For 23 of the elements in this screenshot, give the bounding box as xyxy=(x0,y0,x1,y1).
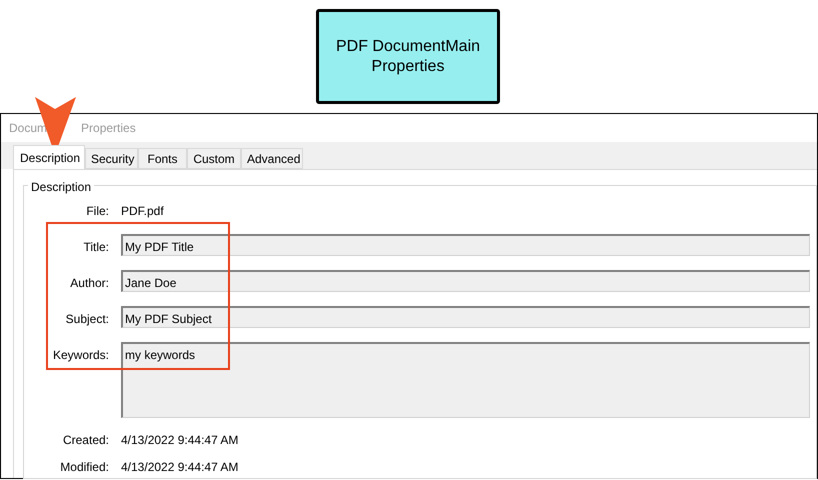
input-field[interactable]: Jane Doe xyxy=(121,270,810,292)
window-title: Docum xyxy=(9,120,48,137)
tab[interactable]: Advanced xyxy=(241,148,303,169)
field-label: Author: xyxy=(69,275,110,292)
tab[interactable]: Custom xyxy=(187,148,241,169)
field-value: PDF.pdf xyxy=(121,203,164,220)
callout-text: Properties xyxy=(372,56,444,76)
field-label: File: xyxy=(85,203,110,220)
tab[interactable]: Fonts xyxy=(138,148,187,169)
field-label: Title: xyxy=(82,239,110,256)
input-field[interactable]: My PDF Title xyxy=(121,234,810,256)
window-title: Properties xyxy=(81,120,136,137)
text-area[interactable]: my keywords xyxy=(121,342,810,418)
tab[interactable]: Description xyxy=(13,145,85,169)
field-label: Keywords: xyxy=(52,347,110,364)
field-value: 4/13/2022 9:44:47 AM xyxy=(121,432,238,449)
callout-text: PDF DocumentMain xyxy=(336,36,480,56)
field-label: Created: xyxy=(62,432,110,449)
field-value: 4/13/2022 9:44:47 AM xyxy=(121,459,238,476)
input-field[interactable]: My PDF Subject xyxy=(121,306,810,328)
field-label: Subject: xyxy=(64,311,110,328)
field-label: Modified: xyxy=(59,459,110,476)
tab[interactable]: Security xyxy=(85,148,138,169)
